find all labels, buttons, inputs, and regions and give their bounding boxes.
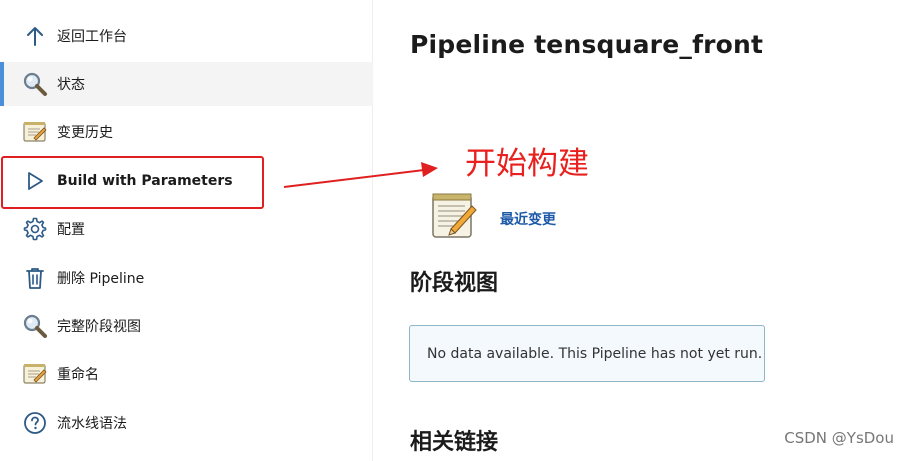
sidebar-item-label: 状态 (57, 77, 85, 93)
main-content: Pipeline tensquare_front 开始构建 最近变更 阶段视图 … (373, 0, 908, 461)
notepad-icon (22, 119, 48, 145)
notepad-icon (429, 189, 479, 241)
sidebar-item-label: 返回工作台 (57, 29, 127, 45)
sidebar: 返回工作台 状态 变更历史 Build with Parameters 配置 删… (0, 0, 373, 461)
trash-icon (22, 265, 48, 291)
magnifier-icon (22, 313, 48, 339)
sidebar-item-rename[interactable]: 重命名 (0, 352, 373, 396)
page-title: Pipeline tensquare_front (410, 30, 764, 59)
sidebar-item-label: 流水线语法 (57, 416, 127, 432)
arrow-up-icon (22, 23, 48, 49)
recent-changes-link[interactable]: 最近变更 (500, 209, 556, 229)
gear-icon (22, 216, 48, 242)
stage-view-title: 阶段视图 (410, 271, 499, 296)
annotation-label: 开始构建 (465, 146, 589, 182)
sidebar-item-pipeline-syntax[interactable]: 流水线语法 (0, 401, 373, 445)
sidebar-item-change-history[interactable]: 变更历史 (0, 110, 373, 154)
help-circle-icon (22, 410, 48, 436)
watermark: CSDN @YsDou (784, 429, 894, 447)
magnifier-icon (22, 71, 48, 97)
sidebar-item-label: 重命名 (57, 367, 99, 383)
sidebar-item-configure[interactable]: 配置 (0, 207, 373, 251)
sidebar-item-label: 配置 (57, 222, 85, 238)
sidebar-item-back-to-dashboard[interactable]: 返回工作台 (0, 14, 373, 58)
sidebar-item-label: 完整阶段视图 (57, 319, 141, 335)
jenkins-pipeline-page: 返回工作台 状态 变更历史 Build with Parameters 配置 删… (0, 0, 908, 461)
sidebar-item-status[interactable]: 状态 (0, 62, 373, 106)
notepad-icon (22, 361, 48, 387)
highlight-box (1, 156, 264, 209)
sidebar-item-full-stage-view[interactable]: 完整阶段视图 (0, 304, 373, 348)
sidebar-item-label: 变更历史 (57, 125, 113, 141)
sidebar-item-label: 删除 Pipeline (57, 271, 145, 287)
no-data-message: No data available. This Pipeline has not… (409, 325, 765, 382)
sidebar-item-delete-pipeline[interactable]: 删除 Pipeline (0, 256, 373, 300)
related-links-title: 相关链接 (410, 430, 499, 455)
